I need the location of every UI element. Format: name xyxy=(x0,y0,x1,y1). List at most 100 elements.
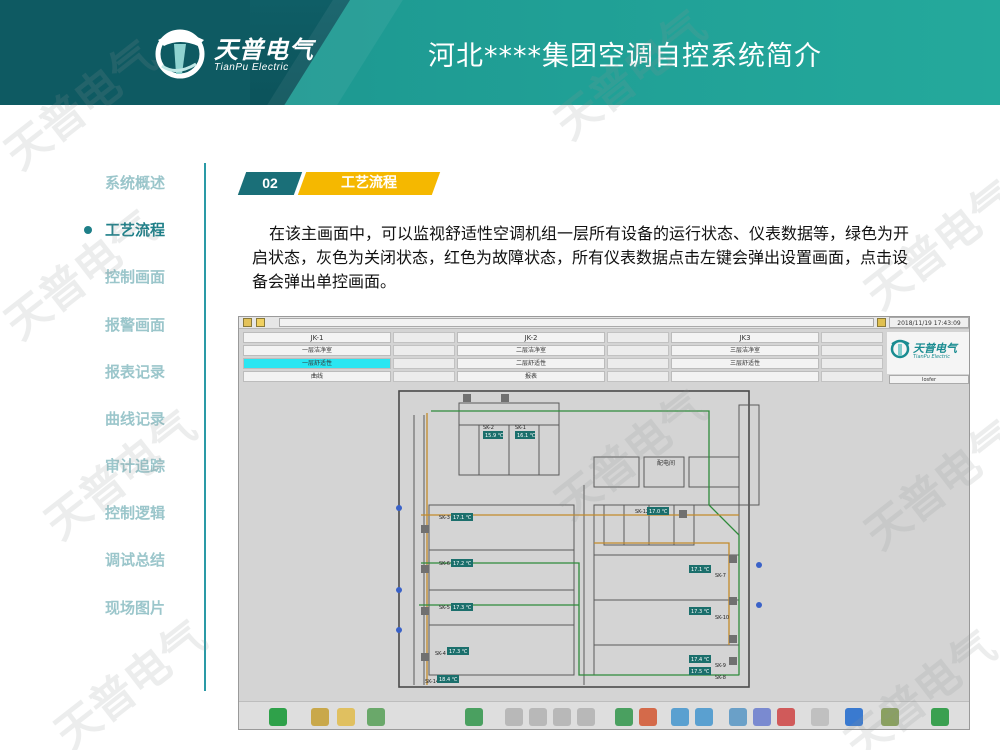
empty-button[interactable] xyxy=(671,371,819,382)
sensor-value: 17.4 ℃ xyxy=(691,657,710,663)
scada-address-bar xyxy=(279,318,874,327)
nav-item-label: 报表记录 xyxy=(105,363,166,381)
header-cell xyxy=(821,332,883,343)
sensor-label: SK-3 xyxy=(439,515,450,521)
jk3-clean-room-button[interactable]: 三层洁净室 xyxy=(671,345,819,356)
scada-logo-en: TianPu Electric xyxy=(913,354,950,360)
sensor-label: SK-5 xyxy=(439,605,450,611)
sensor-label: SK-7 xyxy=(715,573,726,579)
scada-timestamp: 2018/11/19 17:43:09 xyxy=(889,317,969,328)
jk2-clean-room-button[interactable]: 二层洁净室 xyxy=(457,345,605,356)
status-cells xyxy=(393,345,455,356)
import-icon[interactable] xyxy=(465,708,483,726)
nav-item-control-screen[interactable]: 控制画面 xyxy=(80,260,190,290)
nav-item-label: 报警画面 xyxy=(105,316,166,334)
trend-button[interactable]: 曲线 xyxy=(243,371,391,382)
nav-item-site-photos[interactable]: 现场图片 xyxy=(80,591,190,621)
arrow-right-icon[interactable] xyxy=(577,708,595,726)
plan-room-label: 配电间 xyxy=(657,459,675,467)
status-cells xyxy=(393,358,455,369)
print-icon[interactable] xyxy=(877,318,886,327)
nav-item-label: 工艺流程 xyxy=(105,221,166,239)
sensor-label: SK-12 xyxy=(635,509,649,515)
header-cell xyxy=(607,332,669,343)
sidebar-divider xyxy=(204,163,206,691)
nav-item-alarm-screen[interactable]: 报警画面 xyxy=(80,308,190,338)
document-icon[interactable] xyxy=(729,708,747,726)
section-title: 工艺流程 xyxy=(341,175,397,191)
status-cells xyxy=(393,371,455,382)
nav-item-label: 审计追踪 xyxy=(105,457,166,475)
nav-item-audit-trail[interactable]: 审计追踪 xyxy=(80,449,190,479)
sensor-label: SK-14 xyxy=(425,679,439,685)
arrow-left-icon[interactable] xyxy=(505,708,523,726)
page-title: 河北****集团空调自控系统简介 xyxy=(428,41,822,72)
sensor-label: SK-2 xyxy=(483,425,494,431)
status-cells xyxy=(607,345,669,356)
refresh-icon[interactable] xyxy=(615,708,633,726)
close-icon[interactable] xyxy=(777,708,795,726)
sensor-label: SK-8 xyxy=(715,675,726,681)
scada-toolbar xyxy=(239,701,969,729)
section-number: 02 xyxy=(262,175,278,191)
nav-item-control-logic[interactable]: 控制逻辑 xyxy=(80,496,190,526)
sound-icon[interactable] xyxy=(881,708,899,726)
floor-plan: 配电间 SK-2 SK-1 SK-3 SK-12 SK-6 SK-7 SK-5 … xyxy=(239,385,969,701)
nav-item-label: 控制逻辑 xyxy=(105,504,166,522)
forward-icon[interactable] xyxy=(695,708,713,726)
checkmark-icon[interactable] xyxy=(931,708,949,726)
stop-icon[interactable] xyxy=(639,708,657,726)
sensor-value: 16.1 ℃ xyxy=(517,433,536,439)
status-cells xyxy=(607,358,669,369)
sensor-label: SK-9 xyxy=(715,663,726,669)
header-banner: 天普电气 TianPu Electric 河北****集团空调自控系统简介 xyxy=(0,0,1000,105)
nav-item-commissioning[interactable]: 调试总结 xyxy=(80,543,190,573)
nav-item-report[interactable]: 报表记录 xyxy=(80,355,190,385)
sensor-label: SK-10 xyxy=(715,615,729,621)
header-cell xyxy=(393,332,455,343)
sensor-value: 15.9 ℃ xyxy=(485,433,504,439)
nav-item-label: 曲线记录 xyxy=(105,410,166,428)
folder-icon[interactable] xyxy=(243,318,252,327)
arrow-down-icon[interactable] xyxy=(553,708,571,726)
back-icon[interactable] xyxy=(671,708,689,726)
window-icon[interactable] xyxy=(811,708,829,726)
status-cells xyxy=(821,358,883,369)
save-icon[interactable] xyxy=(367,708,385,726)
sensor-value: 17.1 ℃ xyxy=(453,515,472,521)
nav-item-label: 现场图片 xyxy=(105,599,166,617)
jk2-comfort-button[interactable]: 二层舒适性 xyxy=(457,358,605,369)
scada-user-field: Iosfer xyxy=(889,375,969,384)
active-bullet-icon xyxy=(84,226,92,234)
info-icon[interactable] xyxy=(845,708,863,726)
play-icon[interactable] xyxy=(269,708,287,726)
report-button[interactable]: 报表 xyxy=(457,371,605,382)
sensor-value: 17.5 ℃ xyxy=(691,669,710,675)
folder-icon[interactable] xyxy=(337,708,355,726)
scada-screenshot: 2018/11/19 17:43:09 JK-1 JK-2 JK3 一层洁净室 … xyxy=(238,316,970,730)
watermark-text: 天普电气 xyxy=(45,611,216,750)
scada-titlebar: 2018/11/19 17:43:09 xyxy=(239,317,969,329)
nav-item-label: 系统概述 xyxy=(105,174,166,192)
nav-item-process-flow[interactable]: 工艺流程 xyxy=(80,213,190,243)
jk1-comfort-button[interactable]: 一层舒适性 xyxy=(243,358,391,369)
nav-item-trend[interactable]: 曲线记录 xyxy=(80,402,190,432)
column-header-jk3: JK3 xyxy=(671,332,819,343)
logo-mark-icon xyxy=(155,29,205,79)
nav-item-label: 控制画面 xyxy=(105,268,166,286)
lock-icon[interactable] xyxy=(256,318,265,327)
nav-item-overview[interactable]: 系统概述 xyxy=(80,166,190,196)
jk1-clean-room-button[interactable]: 一层洁净室 xyxy=(243,345,391,356)
sensor-label: SK-1 xyxy=(515,425,526,431)
arrow-up-icon[interactable] xyxy=(529,708,547,726)
sensor-value: 17.1 ℃ xyxy=(691,567,710,573)
jk3-comfort-button[interactable]: 三层舒适性 xyxy=(671,358,819,369)
tools-icon[interactable] xyxy=(311,708,329,726)
status-cells xyxy=(821,371,883,382)
description-text: 在该主画面中，可以监视舒适性空调机组一层所有设备的运行状态、仪表数据等，绿色为开… xyxy=(252,224,910,291)
section-title-tag: 工艺流程 xyxy=(297,172,441,195)
logo-text-en: TianPu Electric xyxy=(214,62,289,73)
print-icon[interactable] xyxy=(753,708,771,726)
column-header-jk1: JK-1 xyxy=(243,332,391,343)
company-logo: 天普电气 TianPu Electric xyxy=(152,26,352,80)
